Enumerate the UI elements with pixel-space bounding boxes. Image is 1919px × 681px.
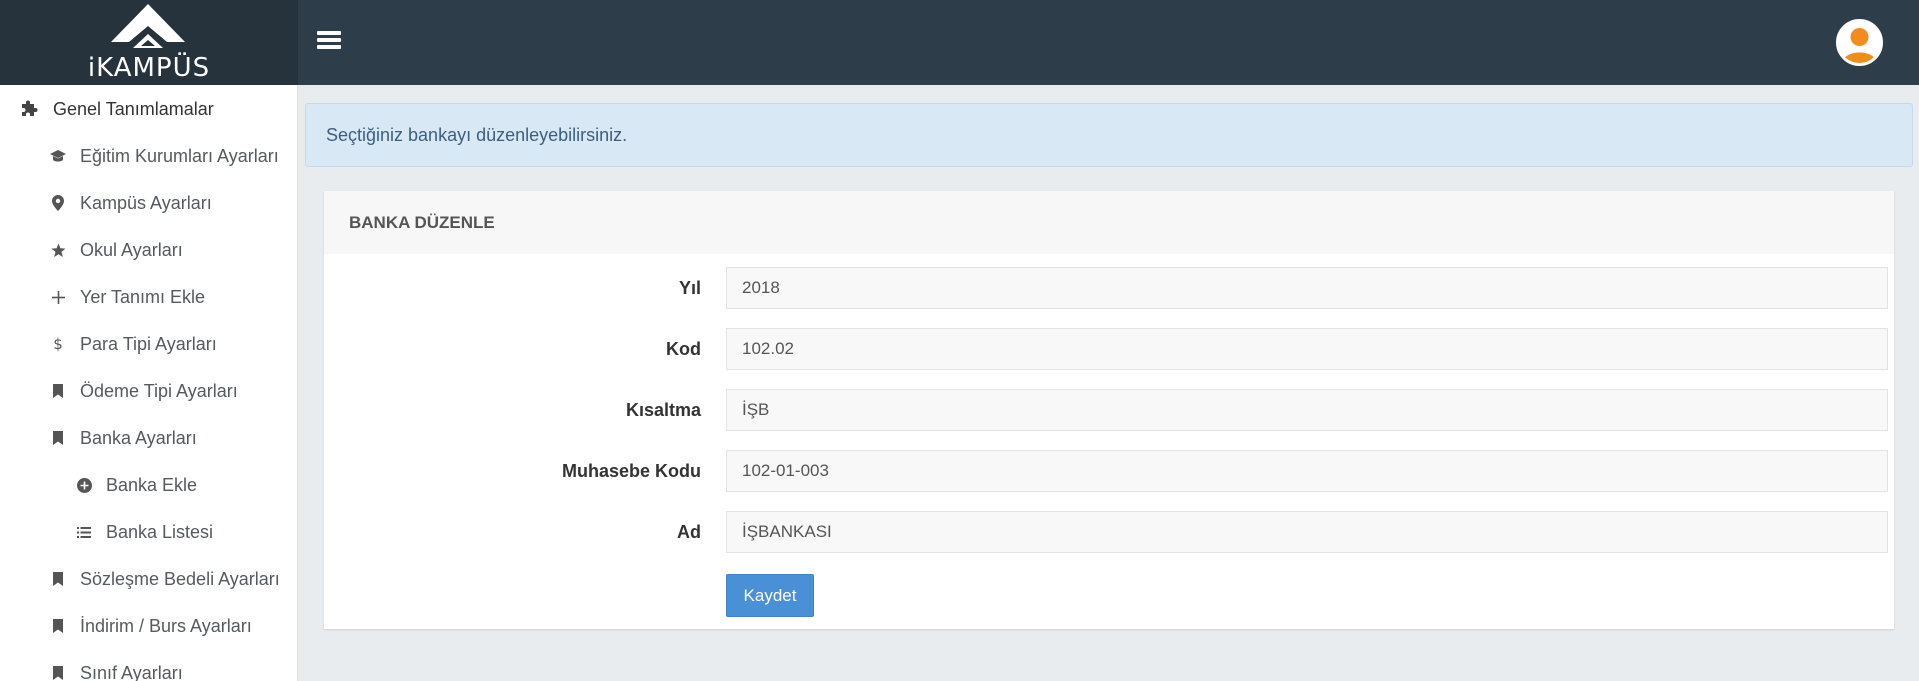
sidebar-item-label: Banka Ayarları bbox=[80, 427, 197, 448]
sidebar-item-sinif-ayarlari[interactable]: Sınıf Ayarları bbox=[0, 651, 297, 681]
name-field[interactable] bbox=[726, 511, 1888, 553]
sidebar-item-label: Sözleşme Bedeli Ayarları bbox=[80, 568, 280, 589]
user-icon bbox=[1839, 22, 1880, 63]
alert-text: Seçtiğiniz bankayı düzenleyebilirsiniz. bbox=[326, 124, 628, 145]
map-marker-icon bbox=[47, 195, 69, 211]
sidebar-item-banka-ekle[interactable]: Banka Ekle bbox=[0, 463, 297, 507]
graduation-cap-icon bbox=[47, 149, 69, 163]
sidebar-item-genel-tanimlamalar[interactable]: Genel Tanımlamalar bbox=[0, 87, 297, 131]
bookmark-icon bbox=[47, 572, 69, 586]
abbreviation-field[interactable] bbox=[726, 389, 1888, 431]
bookmark-icon bbox=[47, 666, 69, 680]
plus-icon bbox=[47, 290, 69, 304]
sidebar-item-label: Kampüs Ayarları bbox=[80, 192, 212, 213]
top-bar: iKAMPÜS bbox=[0, 0, 1919, 85]
list-icon bbox=[73, 526, 95, 538]
code-field[interactable] bbox=[726, 328, 1888, 370]
user-avatar[interactable] bbox=[1836, 19, 1883, 66]
bookmark-icon bbox=[47, 384, 69, 398]
info-alert: Seçtiğiniz bankayı düzenleyebilirsiniz. bbox=[305, 103, 1913, 167]
sidebar-item-kampus-ayarlari[interactable]: Kampüs Ayarları bbox=[0, 181, 297, 225]
sidebar: Genel Tanımlamalar Eğitim Kurumları Ayar… bbox=[0, 85, 298, 681]
sidebar-item-label: Okul Ayarları bbox=[80, 239, 183, 260]
logo-text: iKAMPÜS bbox=[87, 53, 211, 83]
logo[interactable]: iKAMPÜS bbox=[0, 0, 298, 85]
sidebar-item-label: Para Tipi Ayarları bbox=[80, 333, 217, 354]
sidebar-item-label: Sınıf Ayarları bbox=[80, 662, 183, 681]
year-label: Yıl bbox=[678, 278, 701, 298]
sidebar-item-yer-tanimi-ekle[interactable]: Yer Tanımı Ekle bbox=[0, 275, 297, 319]
sidebar-item-label: Ödeme Tipi Ayarları bbox=[80, 380, 238, 401]
sidebar-item-label: Banka Listesi bbox=[106, 521, 214, 542]
sidebar-item-para-tipi[interactable]: $ Para Tipi Ayarları bbox=[0, 322, 297, 366]
panel-title: BANKA DÜZENLE bbox=[324, 191, 1894, 254]
puzzle-icon bbox=[18, 99, 40, 119]
accounting-code-label: Muhasebe Kodu bbox=[561, 461, 701, 481]
sidebar-item-banka-ayarlari[interactable]: Banka Ayarları bbox=[0, 416, 297, 460]
sidebar-item-label: Genel Tanımlamalar bbox=[53, 98, 214, 119]
code-label: Kod bbox=[666, 339, 701, 359]
name-label: Ad bbox=[677, 522, 701, 542]
abbreviation-label: Kısaltma bbox=[625, 400, 701, 420]
sidebar-item-banka-listesi[interactable]: Banka Listesi bbox=[0, 510, 297, 554]
dollar-icon: $ bbox=[53, 335, 63, 353]
save-button[interactable]: Kaydet bbox=[726, 574, 814, 617]
sidebar-item-label: Banka Ekle bbox=[106, 474, 198, 495]
sidebar-item-egitim-kurumlari[interactable]: Eğitim Kurumları Ayarları bbox=[0, 134, 297, 178]
sidebar-item-okul-ayarlari[interactable]: Okul Ayarları bbox=[0, 228, 297, 272]
sidebar-item-label: Eğitim Kurumları Ayarları bbox=[80, 145, 279, 166]
sidebar-item-sozlesme-bedeli[interactable]: Sözleşme Bedeli Ayarları bbox=[0, 557, 297, 601]
sidebar-item-indirim-burs[interactable]: İndirim / Burs Ayarları bbox=[0, 604, 297, 648]
logo-mountain-icon bbox=[111, 4, 185, 48]
bookmark-icon bbox=[47, 431, 69, 445]
sidebar-item-label: İndirim / Burs Ayarları bbox=[80, 615, 252, 636]
plus-circle-icon bbox=[73, 477, 95, 493]
edit-bank-panel: BANKA DÜZENLE Yıl Kod Kısaltma Muhasebe … bbox=[324, 191, 1894, 629]
menu-toggle-icon[interactable] bbox=[314, 28, 344, 54]
year-field[interactable] bbox=[726, 267, 1888, 309]
sidebar-item-label: Yer Tanımı Ekle bbox=[80, 286, 206, 307]
bookmark-icon bbox=[47, 619, 69, 633]
star-icon bbox=[47, 243, 69, 258]
sidebar-item-odeme-tipi[interactable]: Ödeme Tipi Ayarları bbox=[0, 369, 297, 413]
accounting-code-field[interactable] bbox=[726, 450, 1888, 492]
